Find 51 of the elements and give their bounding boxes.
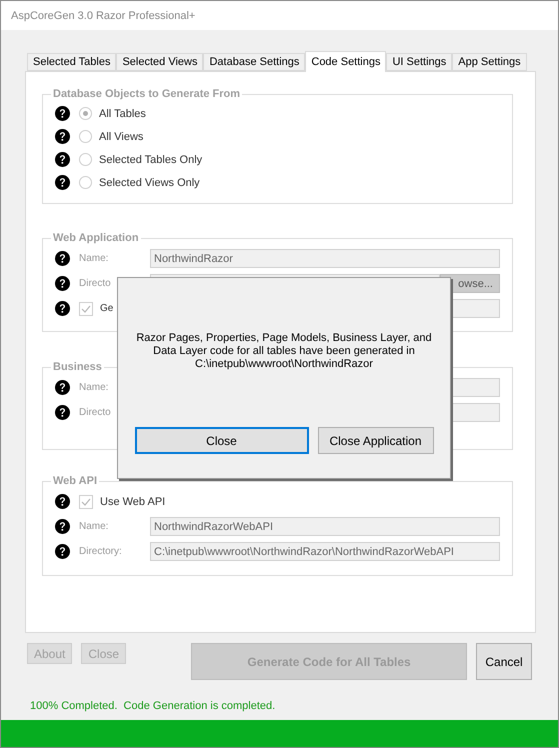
dialog-message: Razor Pages, Properties, Page Models, Business Layer, and Data Layer code for all tables have been generated in C:\inetpub\wwwroot\NorthwindRazor bbox=[135, 332, 433, 371]
tab[interactable]: Code Settings bbox=[305, 51, 386, 72]
status-text: 100% Completed. Code Generation is completed. bbox=[30, 700, 276, 714]
check-icon bbox=[81, 496, 91, 507]
radio-label: Selected Views Only bbox=[99, 176, 200, 189]
radio-label: All Views bbox=[99, 130, 144, 143]
help-icon[interactable] bbox=[55, 380, 70, 396]
field-label: Name: bbox=[79, 521, 110, 532]
help-icon[interactable] bbox=[55, 276, 70, 292]
window-title: AspCoreGen 3.0 Razor Professional+ bbox=[11, 10, 196, 22]
text-field[interactable]: C:\inetpub\wwwroot\NorthwindRazor\NorthwindRazorWebAPI bbox=[150, 542, 500, 562]
field-label: Directory: bbox=[79, 546, 123, 558]
text-field[interactable]: NorthwindRazorWebAPI bbox=[150, 517, 500, 536]
cancel-button[interactable]: Cancel bbox=[476, 643, 532, 680]
help-icon[interactable] bbox=[55, 494, 70, 510]
radio-button[interactable] bbox=[79, 153, 92, 166]
help-icon[interactable] bbox=[55, 519, 70, 534]
help-icon[interactable] bbox=[55, 301, 70, 316]
help-icon[interactable] bbox=[55, 129, 70, 144]
group-title: Business bbox=[52, 361, 103, 374]
field-label: Name: bbox=[79, 382, 110, 394]
radio-button[interactable] bbox=[79, 176, 92, 190]
radio-button[interactable] bbox=[79, 130, 92, 144]
dialog-button[interactable]: Close Application bbox=[318, 427, 434, 454]
text-field[interactable]: NorthwindRazor bbox=[150, 249, 500, 268]
tab[interactable]: App Settings bbox=[452, 53, 527, 72]
checkbox[interactable] bbox=[79, 302, 93, 316]
group-title: Database Objects to Generate From bbox=[52, 88, 242, 100]
help-icon[interactable] bbox=[55, 544, 70, 560]
radio-button[interactable] bbox=[79, 107, 92, 120]
checkbox-label: Ge bbox=[100, 303, 114, 314]
checkbox[interactable] bbox=[79, 494, 93, 509]
tab[interactable]: UI Settings bbox=[386, 53, 452, 72]
help-icon[interactable] bbox=[55, 405, 70, 420]
help-icon[interactable] bbox=[55, 251, 70, 266]
group-title: Web API bbox=[52, 475, 98, 488]
field-label: Name: bbox=[79, 253, 110, 264]
help-icon[interactable] bbox=[55, 106, 70, 122]
tab[interactable]: Selected Tables bbox=[27, 53, 116, 72]
radio-label: Selected Tables Only bbox=[99, 154, 202, 166]
group-title: Web Application bbox=[52, 232, 140, 244]
tab[interactable]: Selected Views bbox=[116, 53, 204, 72]
tab[interactable]: Database Settings bbox=[203, 53, 306, 72]
help-icon[interactable] bbox=[55, 152, 70, 168]
radio-label: All Tables bbox=[99, 108, 146, 120]
dialog-button[interactable]: Close bbox=[134, 427, 308, 454]
help-icon[interactable] bbox=[55, 175, 70, 190]
check-icon bbox=[81, 304, 91, 314]
field-label: Directo bbox=[79, 407, 112, 418]
field-label: Directo bbox=[79, 278, 112, 290]
checkbox-label: Use Web API bbox=[100, 496, 166, 508]
